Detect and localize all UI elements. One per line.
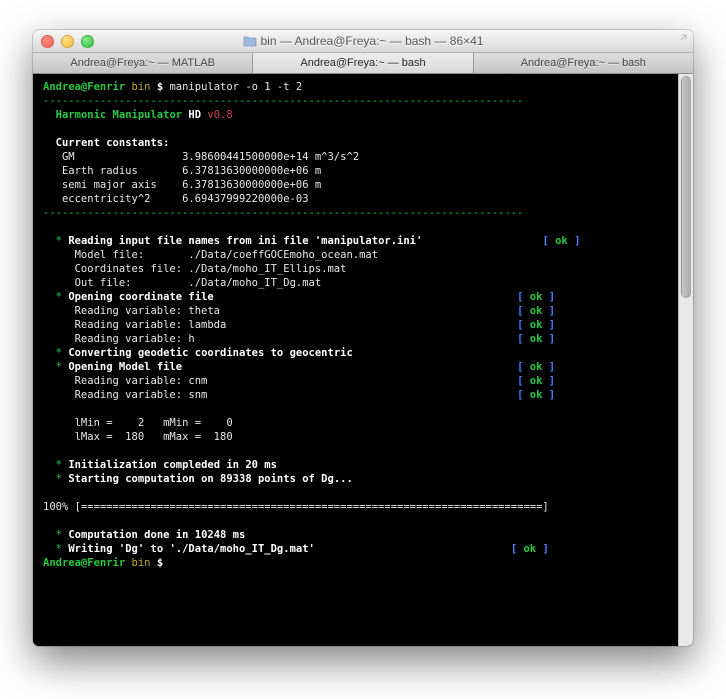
- coords-file-v: ./Data/moho_IT_Ellips.mat: [188, 263, 346, 275]
- scrollbar-thumb[interactable]: [681, 76, 691, 298]
- banner-edition: HD: [188, 109, 201, 121]
- init-line: Initialization compleded in 20 ms: [68, 459, 277, 471]
- prompt-cwd-2: bin: [132, 557, 151, 569]
- write-line: Writing 'Dg' to './Data/moho_IT_Dg.mat': [68, 543, 315, 555]
- step2-title: Opening coordinate file: [68, 291, 213, 303]
- ranges-2: lMax = 180 mMax = 180: [75, 431, 233, 443]
- const-2-v: 6.37813630000000e+06 m: [182, 179, 321, 191]
- start-line: Starting computation on 89338 points of …: [68, 473, 352, 485]
- folder-icon: [243, 35, 257, 47]
- tab-matlab[interactable]: Andrea@Freya:~ — MATLAB: [33, 53, 253, 73]
- progress-bar: [=======================================…: [75, 501, 549, 513]
- divider-2: ----------------------------------------…: [43, 207, 523, 219]
- prompt-user: Andrea@Fenrir: [43, 81, 125, 93]
- step1-title: Reading input file names from ini file '…: [68, 235, 422, 247]
- maximize-icon[interactable]: [81, 35, 94, 48]
- read-lambda: Reading variable: lambda: [75, 319, 227, 331]
- model-file-l: Model file:: [75, 249, 145, 261]
- progress-pct: 100%: [43, 501, 68, 513]
- const-1-l: Earth radius: [62, 165, 138, 177]
- prompt-user-2: Andrea@Fenrir: [43, 557, 125, 569]
- coords-file-l: Coordinates file:: [75, 263, 182, 275]
- expand-icon[interactable]: [675, 34, 687, 46]
- close-icon[interactable]: [41, 35, 54, 48]
- const-3-v: 6.69437999220000e-03: [182, 193, 308, 205]
- terminal-window: bin — Andrea@Freya:~ — bash — 86×41 Andr…: [33, 30, 693, 646]
- read-snm: Reading variable: snm: [75, 389, 208, 401]
- out-file-v: ./Data/moho_IT_Dg.mat: [188, 277, 321, 289]
- prompt-cwd: bin: [132, 81, 151, 93]
- const-3-l: eccentricity^2: [62, 193, 151, 205]
- const-1-v: 6.37813630000000e+06 m: [182, 165, 321, 177]
- terminal-wrap: Andrea@Fenrir bin $ manipulator -o 1 -t …: [33, 74, 693, 646]
- prompt-symbol: $: [157, 81, 163, 93]
- model-file-v: ./Data/coeffGOCEmoho_ocean.mat: [188, 249, 378, 261]
- out-file-l: Out file:: [75, 277, 132, 289]
- tab-bar: Andrea@Freya:~ — MATLAB Andrea@Freya:~ —…: [33, 53, 693, 74]
- ranges-1: lMin = 2 mMin = 0: [75, 417, 233, 429]
- divider: ----------------------------------------…: [43, 95, 523, 107]
- read-cnm: Reading variable: cnm: [75, 375, 208, 387]
- banner-version: v0.8: [207, 109, 232, 121]
- tab-bash-1[interactable]: Andrea@Freya:~ — bash: [253, 53, 473, 73]
- window-title: bin — Andrea@Freya:~ — bash — 86×41: [33, 34, 693, 48]
- step4-title: Opening Model file: [68, 361, 182, 373]
- minimize-icon[interactable]: [61, 35, 74, 48]
- window-title-text: bin — Andrea@Freya:~ — bash — 86×41: [261, 34, 484, 48]
- done-line: Computation done in 10248 ms: [68, 529, 245, 541]
- const-0-l: GM: [62, 151, 75, 163]
- prompt-command: manipulator -o 1 -t 2: [169, 81, 302, 93]
- traffic-lights: [41, 35, 94, 48]
- prompt-symbol-2: $: [157, 557, 163, 569]
- banner-name: Harmonic Manipulator: [56, 109, 182, 121]
- read-theta: Reading variable: theta: [75, 305, 220, 317]
- tab-bash-2[interactable]: Andrea@Freya:~ — bash: [474, 53, 693, 73]
- const-0-v: 3.98600441500000e+14 m^3/s^2: [182, 151, 359, 163]
- terminal-output[interactable]: Andrea@Fenrir bin $ manipulator -o 1 -t …: [33, 74, 678, 646]
- step3: Converting geodetic coordinates to geoce…: [68, 347, 352, 359]
- read-h: Reading variable: h: [75, 333, 195, 345]
- const-2-l: semi major axis: [62, 179, 157, 191]
- titlebar[interactable]: bin — Andrea@Freya:~ — bash — 86×41: [33, 30, 693, 53]
- scrollbar[interactable]: [678, 74, 693, 646]
- constants-heading: Current constants:: [56, 137, 170, 149]
